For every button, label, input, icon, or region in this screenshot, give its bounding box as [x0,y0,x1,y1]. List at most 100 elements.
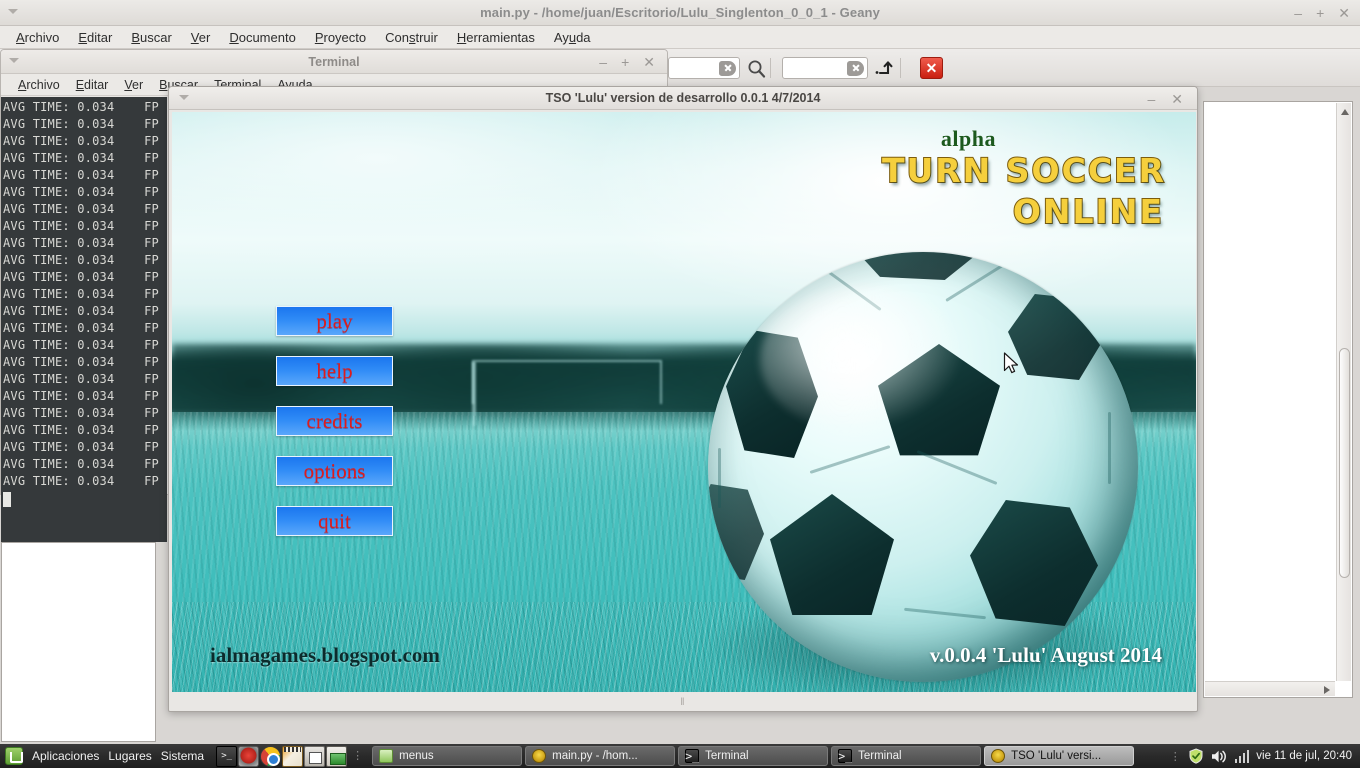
terminal-icon: >_ [838,749,853,763]
game-window-menu-icon[interactable] [179,95,189,100]
terminal-close-button[interactable]: ✕ [643,55,655,69]
taskbar-separator-grip[interactable]: ⋮ [352,750,363,762]
taskbar-window-label: menus [399,750,434,762]
game-window-title: TSO 'Lulu' version de desarrollo 0.0.1 4… [545,91,821,105]
game-titlebar[interactable]: TSO 'Lulu' version de desarrollo 0.0.1 4… [169,87,1197,110]
game-button-quit[interactable]: quit [276,506,393,536]
minimize-button[interactable]: – [1294,6,1302,20]
volume-icon[interactable] [1211,749,1228,764]
window-menu-icon[interactable] [8,9,18,14]
taskbar-window-button[interactable]: TSO 'Lulu' versi... [984,746,1135,766]
editor-horizontal-scrollbar[interactable] [1205,681,1335,696]
vertical-scroll-thumb[interactable] [1339,348,1350,578]
desktop-root: main.py - /home/juan/Escritorio/Lulu_Sin… [0,0,1360,768]
terminal-output-line: AVG TIME: 0.034 FP [3,372,159,386]
game-button-credits[interactable]: credits [276,406,393,436]
terminal-output-line: AVG TIME: 0.034 FP [3,321,159,335]
menu-ayuda[interactable]: Ayuda [546,28,599,47]
game-button-label: play [316,308,353,333]
taskbar-menu-lugares[interactable]: Lugares [108,749,151,763]
menu-herramientas[interactable]: Herramientas [449,28,543,47]
taskbar-window-label: Terminal [858,750,902,762]
logo-alpha-text: alpha [940,126,996,151]
taskbar-window-button[interactable]: main.py - /hom... [525,746,676,766]
terminal-window-menu-icon[interactable] [9,58,19,63]
goto-line-input[interactable] [782,57,868,79]
geany-statusbar: 1 file saved. [0,717,1360,744]
terminal-output-line: AVG TIME: 0.034 FP [3,355,159,369]
editor-vertical-scrollbar[interactable] [1336,103,1351,681]
folder-icon [379,749,394,763]
close-document-button[interactable]: ✕ [920,57,943,79]
scroll-right-icon[interactable] [1324,686,1330,694]
terminal-cursor [3,492,11,507]
terminal-icon: >_ [685,749,700,763]
menu-ver[interactable]: Ver [183,28,219,47]
mouse-cursor-icon [1003,352,1019,374]
geany-titlebar[interactable]: main.py - /home/juan/Escritorio/Lulu_Sin… [0,0,1360,26]
clear-search-icon[interactable] [719,60,736,76]
terminal-launcher-icon[interactable]: >_ [216,745,238,767]
search-button[interactable] [742,55,770,81]
clock[interactable]: vie 11 de jul, 20:40 [1256,750,1352,762]
menu-construir[interactable]: Construir [377,28,446,47]
terminal-menu-archivo[interactable]: Archivo [11,77,67,93]
software-manager-launcher-icon[interactable] [238,745,260,767]
menu-documento[interactable]: Documento [221,28,303,47]
game-canvas[interactable]: alpha TURN SOCCER ONLINE play help credits… [172,112,1196,692]
terminal-output-line: AVG TIME: 0.034 FP [3,457,159,471]
menu-proyecto[interactable]: Proyecto [307,28,374,47]
logo-title-line2: ONLINE [1012,191,1164,231]
mint-menu-icon[interactable] [5,747,23,765]
ball-highlight [759,286,966,433]
terminal-maximize-button[interactable]: + [621,55,629,69]
terminal-titlebar[interactable]: Terminal – + ✕ [1,50,667,74]
game-minimize-button[interactable]: – [1147,92,1155,106]
toolbar-separator [770,58,771,78]
toolbar-separator-2 [900,58,901,78]
taskbar-menu-aplicaciones[interactable]: Aplicaciones [32,749,99,763]
game-button-play[interactable]: play [276,306,393,336]
terminal-minimize-button[interactable]: – [599,55,607,69]
close-button[interactable]: ✕ [1338,6,1350,20]
shield-update-icon[interactable] [1188,748,1204,764]
menu-archivo[interactable]: Archivo [8,28,67,47]
maximize-button[interactable]: + [1316,6,1324,20]
terminal-output-line: AVG TIME: 0.034 FP [3,117,159,131]
taskbar-launchers: >_ [216,745,348,767]
taskbar-window-button[interactable]: menus [372,746,523,766]
terminal-output-line: AVG TIME: 0.034 FP [3,406,159,420]
terminal-menu-editar[interactable]: Editar [69,77,116,93]
video-editor-launcher-icon[interactable] [282,745,304,767]
clear-goto-icon[interactable] [847,60,864,76]
window-resize-grip[interactable]: ‖ [680,697,685,708]
search-input[interactable] [668,57,740,79]
game-close-button[interactable]: ✕ [1171,92,1183,106]
network-signal-icon[interactable] [1234,749,1250,763]
menu-buscar[interactable]: Buscar [123,28,179,47]
taskbar-menu-sistema[interactable]: Sistema [161,749,204,763]
menu-editar[interactable]: Editar [70,28,120,47]
terminal-menu-ver[interactable]: Ver [117,77,150,93]
terminal-output[interactable]: AVG TIME: 0.034 FP AVG TIME: 0.034 FP AVG … [1,97,167,542]
scroll-up-icon[interactable] [1341,109,1349,115]
game-button-label: help [316,358,353,383]
game-window: TSO 'Lulu' version de desarrollo 0.0.1 4… [168,86,1198,712]
terminal-output-line: AVG TIME: 0.034 FP [3,236,159,250]
game-button-label: credits [306,408,363,433]
game-button-options[interactable]: options [276,456,393,486]
geany-icon [532,749,547,763]
chrome-launcher-icon[interactable] [260,745,282,767]
screenshot-launcher-icon[interactable] [304,745,326,767]
game-button-help[interactable]: help [276,356,393,386]
taskbar-window-label: Terminal [705,750,749,762]
window-launcher-icon[interactable] [326,745,348,767]
tray-grip-icon[interactable]: ⋮ [1170,750,1181,763]
goto-line-button[interactable] [870,55,898,81]
terminal-lower-panel [1,542,156,742]
editor-pane[interactable] [1203,101,1353,698]
taskbar-window-button[interactable]: >_ Terminal [831,746,982,766]
terminal-window-controls: – + ✕ [599,50,655,74]
terminal-output-line: AVG TIME: 0.034 FP [3,287,159,301]
taskbar-window-button[interactable]: >_ Terminal [678,746,829,766]
